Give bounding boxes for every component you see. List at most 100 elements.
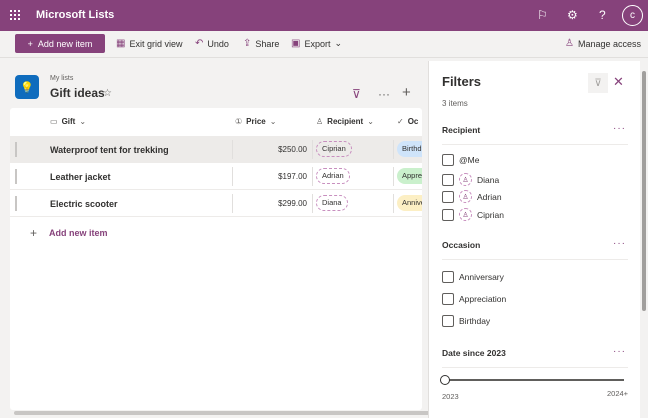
breadcrumb[interactable]: My lists	[50, 75, 73, 82]
add-new-item-button[interactable]: + Add new item	[15, 34, 105, 53]
option-label: Adrian	[477, 191, 502, 202]
option-label: Diana	[477, 174, 500, 185]
gift-cell[interactable]: Electric scooter	[50, 199, 118, 209]
filter-option-me[interactable]: @Me	[442, 154, 479, 166]
gift-cell[interactable]: Leather jacket	[50, 172, 111, 182]
list-grid: ▭ Gift ⌄ ① Price ⌄ ♙ Recipient ⌄ ✓ Oc Waterproo…	[10, 108, 422, 410]
price-cell[interactable]: $197.00	[278, 172, 307, 181]
manage-access-button[interactable]: ♙ Manage access	[565, 38, 641, 49]
chevron-down-icon: ⌄	[334, 38, 343, 48]
section-title: Date since 2023	[442, 348, 506, 358]
more-icon[interactable]: ···	[613, 123, 626, 134]
filters-title: Filters	[442, 74, 482, 89]
checkbox[interactable]	[442, 271, 454, 283]
gift-cell[interactable]: Waterproof tent for trekking	[50, 145, 169, 155]
add-column-icon[interactable]: +	[402, 84, 411, 101]
filter-option-adrian[interactable]: ♙ Adrian	[442, 190, 502, 203]
row-handle[interactable]	[15, 196, 17, 211]
page-title: Gift ideas	[50, 86, 105, 100]
filter-option-ciprian[interactable]: ♙ Ciprian	[442, 208, 504, 221]
column-header-occasion[interactable]: ✓ Oc	[397, 108, 418, 135]
scrollbar-thumb[interactable]	[642, 71, 646, 311]
option-label: Appreciation	[459, 294, 507, 304]
price-cell[interactable]: $299.00	[278, 199, 307, 208]
slider-max-label: 2024+	[607, 389, 629, 398]
filter-option-appreciation[interactable]: Appreciation	[442, 293, 506, 305]
column-header-recipient[interactable]: ♙ Recipient ⌄	[316, 108, 374, 135]
add-label: Add new item	[37, 38, 93, 49]
recipient-pill[interactable]: Ciprian	[316, 141, 352, 157]
undo-button[interactable]: ↶ Undo	[195, 38, 229, 49]
occasion-badge[interactable]: Appreciation	[397, 168, 422, 184]
star-icon[interactable]: ☆	[103, 88, 112, 99]
checkbox[interactable]	[442, 190, 454, 203]
divider	[393, 194, 394, 213]
list-icon: 💡	[15, 75, 39, 99]
plus-icon: +	[27, 38, 33, 49]
filter-icon[interactable]: ⊽	[352, 87, 361, 101]
row-handle[interactable]	[15, 142, 17, 157]
date-filter-section: Date since 2023 ···	[442, 346, 628, 368]
horizontal-scrollbar[interactable]	[14, 411, 430, 415]
number-icon: ①	[235, 117, 243, 126]
price-header-label: Price	[246, 117, 266, 126]
checkbox[interactable]	[442, 293, 454, 305]
item-count: 3 items	[442, 99, 468, 108]
exit-grid-view-button[interactable]: ▦ Exit grid view	[116, 38, 182, 49]
add-new-item-row[interactable]: + Add new item	[30, 226, 108, 240]
table-row[interactable]: Waterproof tent for trekking $250.00 Cip…	[10, 136, 422, 163]
divider	[232, 167, 233, 186]
checkbox[interactable]	[442, 208, 454, 221]
price-cell[interactable]: $250.00	[278, 145, 307, 154]
column-header-price[interactable]: ① Price ⌄	[235, 108, 276, 135]
undo-icon: ↶	[195, 38, 204, 49]
option-label: @Me	[459, 155, 480, 165]
close-icon[interactable]: ✕	[613, 74, 624, 90]
share-label: Share	[255, 38, 280, 49]
person-icon: ♙	[316, 117, 324, 126]
more-icon[interactable]: ···	[613, 346, 626, 357]
checkbox[interactable]	[442, 173, 454, 186]
app-launcher-icon[interactable]	[10, 10, 20, 20]
slider-thumb[interactable]	[440, 375, 450, 385]
section-title: Recipient	[442, 125, 481, 135]
date-slider[interactable]	[440, 375, 624, 385]
gear-icon[interactable]: ⚙	[567, 8, 578, 22]
grid-icon: ▦	[116, 38, 126, 49]
recipient-pill[interactable]: Diana	[316, 195, 348, 211]
checkbox[interactable]	[442, 315, 454, 327]
divider	[393, 167, 394, 186]
occasion-badge[interactable]: Anniversary	[397, 195, 422, 211]
chevron-down-icon: ⌄	[269, 117, 277, 126]
excel-icon: ▣	[291, 38, 301, 49]
table-row[interactable]: Leather jacket $197.00 Adrian Appreciati…	[10, 163, 422, 190]
occasion-header-label: Oc	[407, 117, 419, 126]
filter-option-birthday[interactable]: Birthday	[442, 315, 490, 327]
more-icon[interactable]: ···	[613, 238, 626, 249]
divider	[312, 140, 313, 159]
vertical-scrollbar[interactable]	[641, 61, 648, 418]
clear-filters-icon[interactable]: ⊽	[588, 73, 608, 93]
filter-option-diana[interactable]: ♙ Diana	[442, 173, 499, 186]
feedback-icon[interactable]: ⚐	[537, 8, 548, 22]
row-handle[interactable]	[15, 169, 17, 184]
table-row[interactable]: Electric scooter $299.00 Diana Anniversa…	[10, 190, 422, 217]
person-icon: ♙	[459, 173, 472, 186]
help-icon[interactable]: ?	[599, 8, 606, 22]
divider	[312, 167, 313, 186]
column-header-gift[interactable]: ▭ Gift ⌄	[50, 108, 86, 135]
share-button[interactable]: ⇪ Share	[243, 38, 279, 49]
app-header: Microsoft Lists ⚐ ⚙ ? c	[0, 0, 648, 31]
avatar[interactable]: c	[622, 5, 643, 26]
app-title[interactable]: Microsoft Lists	[36, 9, 114, 21]
checkbox[interactable]	[442, 154, 454, 166]
export-button[interactable]: ▣ Export ⌄	[291, 38, 342, 49]
divider	[393, 140, 394, 159]
occasion-badge[interactable]: Birthday	[397, 141, 422, 157]
recipient-filter-section: Recipient ···	[442, 123, 628, 145]
filters-pane: Filters ⊽ ✕ 3 items Recipient ··· @Me ♙ Di…	[428, 61, 640, 418]
filter-option-anniversary[interactable]: Anniversary	[442, 271, 504, 283]
recipient-pill[interactable]: Adrian	[316, 168, 350, 184]
undo-label: Undo	[207, 38, 229, 49]
more-icon[interactable]: ···	[378, 87, 390, 101]
